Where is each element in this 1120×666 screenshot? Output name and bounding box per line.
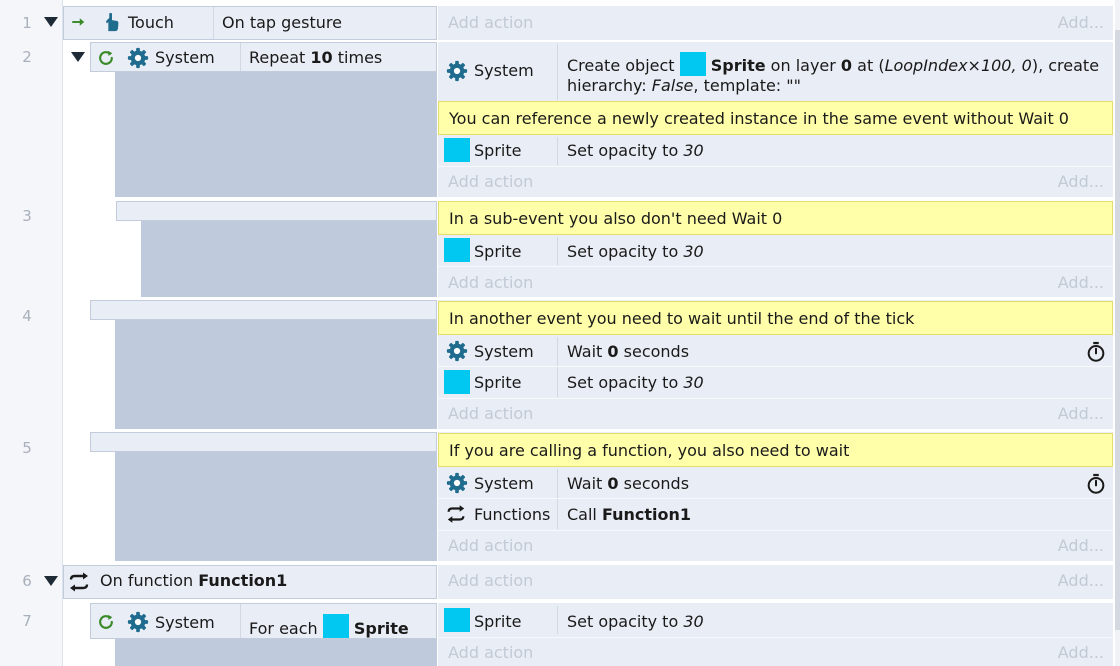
line-number: 4 [22,307,32,325]
line-number: 5 [22,439,32,457]
sprite-object-label: Sprite [474,612,522,631]
loop-icon [96,48,116,68]
event-comment[interactable]: In another event you need to wait until … [438,301,1113,335]
cell-separator [557,137,558,165]
line-number: 2 [22,48,32,66]
line-number: 6 [22,572,32,590]
set-opacity-action[interactable]: Set opacity to 30 [567,612,704,632]
add-more-link[interactable]: Add... [1040,273,1104,293]
sprite-icon [444,138,470,162]
system-object-label: System [474,61,534,80]
event-5-condition-block[interactable] [90,432,437,452]
wait-action[interactable]: Wait 0 seconds [567,342,689,362]
cell-separator [557,44,558,100]
touch-hand-icon [101,10,123,34]
sprite-icon [444,370,470,394]
wait-action[interactable]: Wait 0 seconds [567,474,689,494]
sprite-object-label: Sprite [474,141,522,160]
cell-separator [557,606,558,634]
add-action-link[interactable]: Add action [448,536,533,556]
add-action-link[interactable]: Add action [448,643,533,663]
add-more-link[interactable]: Add... [1040,172,1104,192]
event-4-condition-block[interactable] [90,300,437,320]
on-function-label: On function Function1 [100,571,288,590]
event-1-actions [438,6,1113,40]
sprite-object-label: Sprite [474,242,522,261]
system-gear-icon [127,47,149,69]
add-action-link[interactable]: Add action [448,404,533,424]
collapse-toggle-event-1[interactable] [44,17,58,27]
event-6-actions [438,565,1113,599]
system-object-label: System [474,342,534,361]
system-gear-icon [127,611,149,633]
line-number-gutter [0,0,63,666]
add-action-link[interactable]: Add action [448,273,533,293]
trigger-arrow-icon [70,13,88,31]
set-opacity-action[interactable]: Set opacity to 30 [567,373,704,393]
cell-separator [213,7,214,39]
event-3-condition-block[interactable] [116,201,437,221]
collapse-toggle-event-2[interactable] [71,52,85,62]
row-divider [438,498,1113,499]
cell-separator [557,237,558,265]
cell-separator [557,337,558,397]
system-object-label: System [155,48,215,67]
row-divider [438,398,1113,399]
add-more-link[interactable]: Add... [1040,536,1104,556]
system-object-label: System [155,613,215,632]
cell-separator [240,43,241,71]
sprite-object-label: Sprite [474,373,522,392]
cell-separator [240,604,241,638]
line-number: 3 [22,207,32,225]
collapse-toggle-event-6[interactable] [44,576,58,586]
set-opacity-action[interactable]: Set opacity to 30 [567,242,704,262]
event-7-actions [438,603,1113,666]
system-gear-icon [446,472,468,494]
event-comment[interactable]: You can reference a newly created instan… [438,101,1113,135]
row-divider [438,530,1113,531]
add-more-link[interactable]: Add... [1040,643,1104,663]
stopwatch-icon [1085,341,1107,363]
sprite-icon [679,52,706,76]
functions-object-label: Functions [474,505,551,524]
touch-object-label: Touch [128,13,174,32]
create-object-action-line2[interactable]: hierarchy: False, template: "" [567,76,801,96]
on-tap-gesture-condition[interactable]: On tap gesture [222,13,342,33]
sprite-icon [444,238,470,262]
call-function-action[interactable]: Call Function1 [567,505,691,525]
system-gear-icon [446,60,468,82]
row-divider [438,637,1113,638]
add-more-link[interactable]: Add... [1040,13,1104,33]
add-more-link[interactable]: Add... [1040,404,1104,424]
add-action-link[interactable]: Add action [448,13,533,33]
cell-separator [557,469,558,529]
system-object-label: System [474,474,534,493]
add-action-link[interactable]: Add action [448,571,533,591]
line-number: 7 [22,612,32,630]
row-divider [438,166,1113,167]
functions-swap-icon [445,503,467,525]
scrollbar-thumb[interactable] [1115,30,1120,630]
system-gear-icon [446,340,468,362]
loop-icon [96,612,116,632]
event-comment[interactable]: If you are calling a function, you also … [438,433,1113,467]
repeat-condition[interactable]: Repeat 10 times [249,48,382,68]
function-swap-icon [67,570,91,594]
create-object-action[interactable]: Create object Sprite on layer 0 at (Loop… [567,52,1099,76]
add-action-link[interactable]: Add action [448,172,533,192]
stopwatch-icon [1085,473,1107,495]
sprite-icon [322,614,349,638]
line-number: 1 [22,14,32,32]
sprite-icon [444,608,470,632]
event-comment[interactable]: In a sub-event you also don't need Wait … [438,201,1113,235]
set-opacity-action[interactable]: Set opacity to 30 [567,141,704,161]
add-more-link[interactable]: Add... [1040,571,1104,591]
row-divider [438,366,1113,367]
row-divider [438,266,1113,267]
for-each-condition[interactable]: For each Sprite [249,614,409,639]
